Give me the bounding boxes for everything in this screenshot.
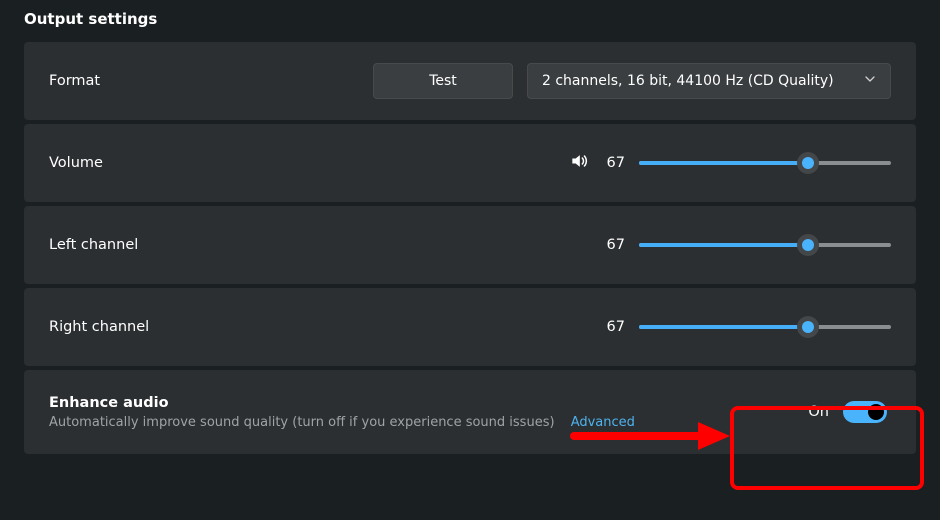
volume-label: Volume	[49, 155, 103, 171]
left-channel-label: Left channel	[49, 237, 138, 253]
enhance-audio-toggle[interactable]	[843, 401, 887, 423]
speaker-icon[interactable]	[569, 151, 589, 175]
enhance-audio-subtitle: Automatically improve sound quality (tur…	[49, 415, 555, 430]
volume-value: 67	[603, 155, 625, 171]
right-channel-slider[interactable]	[639, 316, 891, 338]
format-label: Format	[49, 73, 100, 89]
test-button[interactable]: Test	[373, 63, 513, 99]
right-channel-label: Right channel	[49, 319, 149, 335]
left-channel-slider[interactable]	[639, 234, 891, 256]
slider-thumb[interactable]	[797, 316, 819, 338]
left-channel-row: Left channel 67	[24, 206, 916, 284]
left-channel-value: 67	[603, 237, 625, 253]
advanced-link[interactable]: Advanced	[571, 415, 635, 430]
format-dropdown[interactable]: 2 channels, 16 bit, 44100 Hz (CD Quality…	[527, 63, 891, 99]
chevron-down-icon	[864, 73, 876, 89]
slider-thumb[interactable]	[797, 234, 819, 256]
slider-thumb[interactable]	[797, 152, 819, 174]
enhance-audio-title: Enhance audio	[49, 395, 635, 411]
format-selected: 2 channels, 16 bit, 44100 Hz (CD Quality…	[542, 73, 834, 89]
right-channel-row: Right channel 67	[24, 288, 916, 366]
section-title: Output settings	[24, 10, 916, 28]
format-row: Format Test 2 channels, 16 bit, 44100 Hz…	[24, 42, 916, 120]
volume-slider[interactable]	[639, 152, 891, 174]
right-channel-value: 67	[603, 319, 625, 335]
enhance-audio-row: Enhance audio Automatically improve soun…	[24, 370, 916, 454]
volume-row: Volume 67	[24, 124, 916, 202]
enhance-toggle-state: On	[808, 404, 829, 420]
